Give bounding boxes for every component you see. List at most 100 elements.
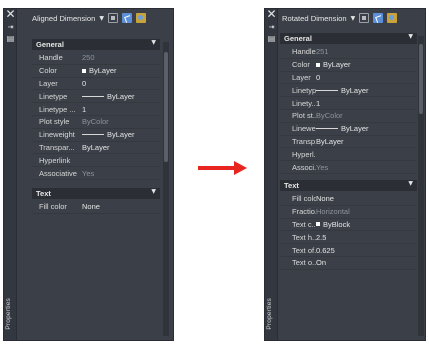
property-value[interactable]: ByLayer [82,130,135,139]
chevron-down-icon[interactable]: ▼ [151,188,156,195]
property-value[interactable]: 1 [82,105,86,114]
property-value-text: Yes [316,162,329,172]
pin-icon[interactable]: ⇥ [5,22,16,33]
quick-select-icon[interactable] [107,13,118,23]
palette-side-strip: ✕ ⇥ ▤ Properties [265,9,278,340]
section-general-title: General [284,34,312,43]
select-objects-icon[interactable] [373,13,384,23]
chevron-down-icon[interactable]: ▼ [408,33,413,40]
property-label: Plot st... [292,111,316,121]
object-type-selector[interactable]: Rotated Dimension ▼ [282,11,423,25]
object-type-selector[interactable]: Aligned Dimension ▼ [32,11,171,25]
section-text[interactable]: Text ▼ [32,187,160,199]
property-row[interactable]: Fill colorNone [280,193,417,206]
property-row[interactable]: Lineweight ByLayer [32,129,160,142]
section-text-title: Text [284,180,299,190]
object-type-label[interactable]: Aligned Dimension [32,14,95,23]
property-value-text: Yes [82,168,95,178]
section-general[interactable]: General ▼ [280,33,417,44]
properties-palette-rotated: ✕ ⇥ ▤ Properties Rotated Dimension ▼ Gen… [264,8,426,341]
property-row[interactable]: Fractio...Horizontal [280,206,417,219]
object-type-label[interactable]: Rotated Dimension [282,14,347,23]
property-row[interactable]: Associative Yes [32,167,160,180]
property-row[interactable]: Hyperlink [32,154,160,168]
pickadd-icon[interactable] [387,13,398,23]
chevron-down-icon[interactable]: ▼ [351,15,356,22]
property-value[interactable]: None [82,202,100,211]
property-value[interactable]: ByLayer [316,137,344,146]
scrollbar-thumb[interactable] [419,44,423,114]
property-row[interactable]: Linetype ByLayer [32,90,160,104]
property-value[interactable]: 0 [316,73,320,82]
property-row[interactable]: Linetype ... 1 [32,103,160,116]
property-value-text: ByLayer [341,85,369,95]
property-row[interactable]: Plot st...ByColor [280,110,417,123]
chevron-down-icon[interactable]: ▼ [99,15,104,22]
property-value[interactable]: ByLayer [316,60,351,69]
property-row[interactable]: Plot style ByColor [32,116,160,129]
palette-title-vertical[interactable]: Properties [5,298,12,330]
property-value[interactable]: ByLayer [82,92,135,101]
property-row[interactable]: Text h... 2.5 [280,231,417,245]
property-value[interactable]: On [316,258,326,267]
palette-title-vertical[interactable]: Properties [266,298,273,330]
property-row[interactable]: Layer 0 [32,78,160,91]
linetype-preview-icon [316,128,338,130]
property-label: Text h... [292,232,316,242]
property-label: Handle [39,53,63,63]
section-general[interactable]: General ▼ [32,39,160,50]
property-value-text: ByLayer [107,130,135,140]
properties-menu-icon[interactable]: ▤ [5,33,16,44]
property-value-text: 0 [82,78,87,88]
property-row[interactable]: Handle 251 [280,46,417,59]
property-row[interactable]: Linetype ByLayer [280,84,417,98]
property-row[interactable]: Color ByLayer [32,65,160,78]
property-row[interactable]: Transpar... ByLayer [32,142,160,155]
pickadd-icon[interactable] [135,13,146,23]
properties-menu-icon[interactable]: ▤ [266,33,277,44]
scrollbar[interactable] [418,36,424,336]
property-row[interactable]: Text o... On [280,257,417,270]
property-row[interactable]: Text of...0.625 [280,244,417,257]
property-value[interactable]: ByLayer [82,66,117,75]
property-row[interactable]: Layer 0 [280,72,417,85]
property-row[interactable]: Transp...ByLayer [280,136,417,149]
property-value[interactable]: 1 [316,99,320,108]
property-row[interactable]: Linewe... ByLayer [280,123,417,136]
select-objects-icon[interactable] [121,13,132,23]
property-value[interactable]: 0.625 [316,246,335,255]
property-row[interactable]: Text c... ByBlock [280,219,417,232]
property-label: Fill color [292,194,316,204]
quick-select-icon[interactable] [359,13,370,23]
property-value[interactable]: ByLayer [316,124,369,133]
property-row[interactable]: Associ...Yes [280,161,417,174]
property-row[interactable]: Hyperl... [280,148,417,162]
property-value[interactable]: ByLayer [82,143,110,152]
property-label: Fill color [39,202,67,212]
close-icon[interactable]: ✕ [5,9,16,20]
property-value[interactable]: 0 [82,79,86,88]
property-value-text: 0.625 [316,245,335,255]
property-label: Color [292,60,310,70]
close-icon[interactable]: ✕ [266,9,277,20]
property-row[interactable]: Handle 250 [32,52,160,65]
property-label: Text c... [292,219,316,229]
property-row[interactable]: Color ByLayer [280,59,417,72]
property-value[interactable]: None [316,194,334,203]
property-value-text: 0 [316,72,321,82]
property-value[interactable]: 2.5 [316,233,326,242]
pin-icon[interactable]: ⇥ [266,22,277,33]
property-value: ByColor [316,111,343,120]
property-value: Yes [316,163,328,172]
linetype-preview-icon [316,89,338,91]
chevron-down-icon[interactable]: ▼ [408,180,413,187]
property-value[interactable]: ByBlock [316,220,350,229]
chevron-down-icon[interactable]: ▼ [151,39,156,46]
scrollbar[interactable] [163,42,169,336]
property-value[interactable]: ByLayer [316,86,369,95]
property-row[interactable]: Linety... 1 [280,97,417,110]
section-text[interactable]: Text ▼ [280,179,417,191]
property-value-text: 2.5 [316,232,327,242]
scrollbar-thumb[interactable] [164,52,168,162]
property-row[interactable]: Fill color None [32,201,160,214]
